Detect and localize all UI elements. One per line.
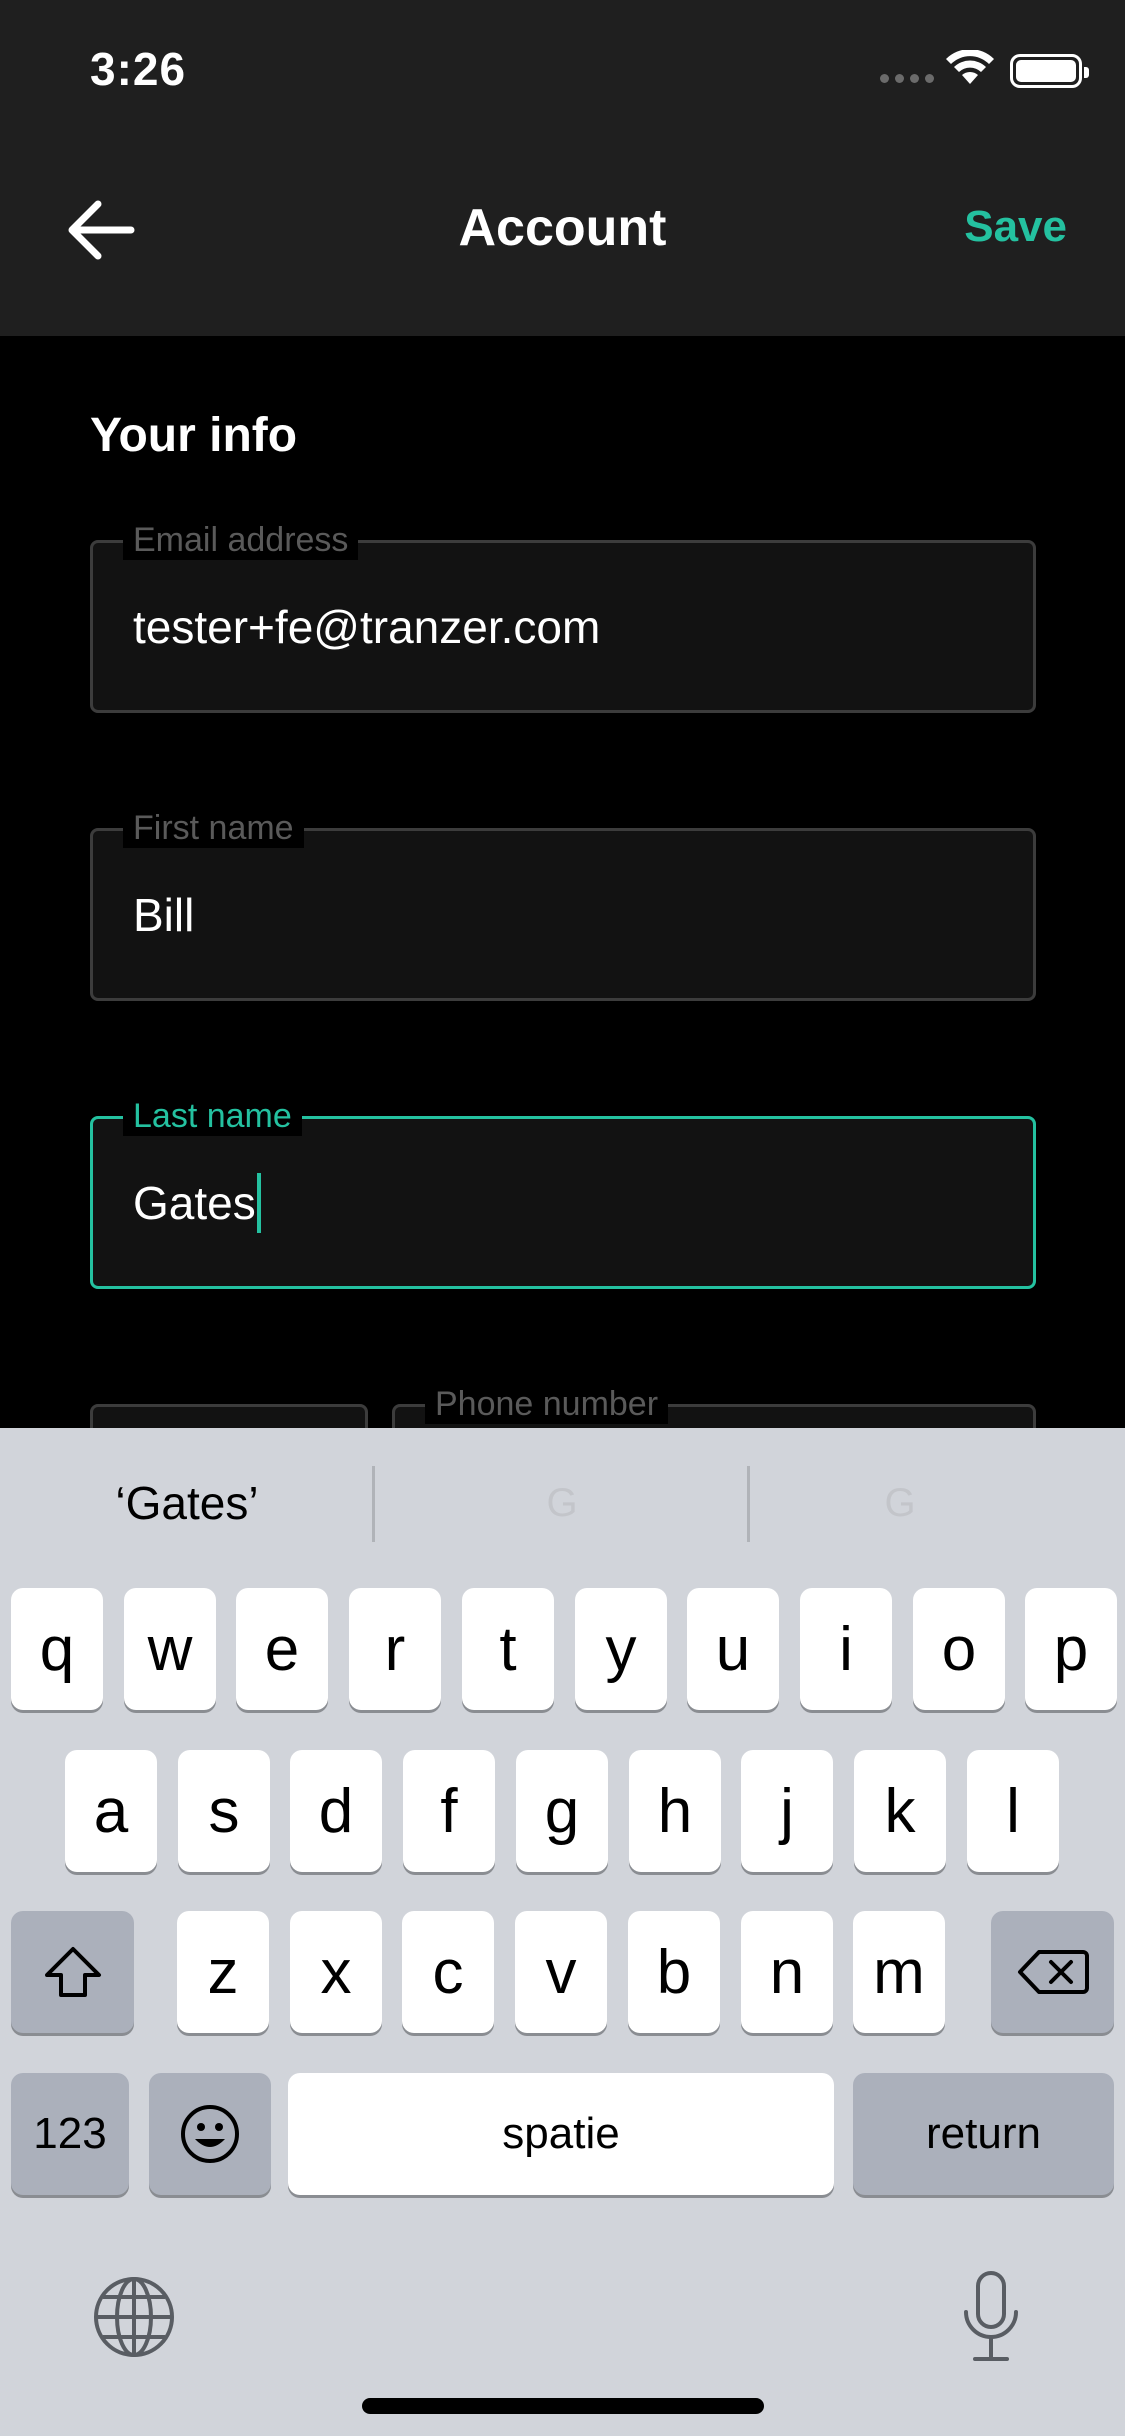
last-name-field-value: Gates <box>133 1176 256 1229</box>
key-q[interactable]: q <box>11 1588 103 1710</box>
delete-key[interactable] <box>991 1911 1114 2033</box>
account-form: Your info Email address tester+fe@tranze… <box>0 336 1125 1428</box>
battery-icon <box>1010 54 1089 88</box>
key-y[interactable]: y <box>575 1588 667 1710</box>
key-x[interactable]: x <box>290 1911 382 2033</box>
email-field-value: tester+fe@tranzer.com <box>133 600 601 653</box>
key-n[interactable]: n <box>741 1911 833 2033</box>
key-u[interactable]: u <box>687 1588 779 1710</box>
phone-number-field-label: Phone number <box>425 1384 669 1424</box>
key-w[interactable]: w <box>124 1588 216 1710</box>
key-g[interactable]: g <box>516 1750 608 1872</box>
nav-bar: Account Save <box>0 140 1125 336</box>
numbers-key[interactable]: 123 <box>11 2073 129 2195</box>
email-field[interactable]: Email address tester+fe@tranzer.com <box>90 520 1036 713</box>
key-s[interactable]: s <box>178 1750 270 1872</box>
phone-number-field[interactable]: Phone number <box>392 1384 1036 1428</box>
cellular-signal-icon <box>880 74 936 84</box>
last-name-field-value-wrap: Gates <box>133 1119 261 1286</box>
key-j[interactable]: j <box>741 1750 833 1872</box>
section-title: Your info <box>90 409 298 462</box>
status-time: 3:26 <box>90 43 187 95</box>
key-e[interactable]: e <box>236 1588 328 1710</box>
status-bar: 3:26 <box>0 0 1125 140</box>
key-t[interactable]: t <box>462 1588 554 1710</box>
return-key[interactable]: return <box>853 2073 1114 2195</box>
suggestion-bar: ‘Gates’ G G <box>0 1428 1125 1578</box>
key-h[interactable]: h <box>629 1750 721 1872</box>
first-name-field[interactable]: First name Bill <box>90 808 1036 1001</box>
emoji-icon <box>181 2105 239 2163</box>
key-f[interactable]: f <box>403 1750 495 1872</box>
country-code-field[interactable] <box>90 1404 368 1428</box>
last-name-field[interactable]: Last name Gates <box>90 1096 1036 1289</box>
key-k[interactable]: k <box>854 1750 946 1872</box>
home-indicator[interactable] <box>362 2398 764 2414</box>
keyboard: ‘Gates’ G G qwertyuiop asdfghjkl zxcvbnm 1… <box>0 1428 1125 2436</box>
key-z[interactable]: z <box>177 1911 269 2033</box>
suggestion-item[interactable]: G <box>375 1428 749 1578</box>
key-r[interactable]: r <box>349 1588 441 1710</box>
emoji-key[interactable] <box>149 2073 271 2195</box>
key-d[interactable]: d <box>290 1750 382 1872</box>
text-caret <box>256 1172 261 1233</box>
key-b[interactable]: b <box>628 1911 720 2033</box>
save-button[interactable]: Save <box>964 202 1067 252</box>
suggestion-item[interactable]: G <box>750 1428 1050 1578</box>
shift-key[interactable] <box>11 1911 134 2033</box>
key-i[interactable]: i <box>800 1588 892 1710</box>
dictation-key[interactable] <box>958 2270 1024 2364</box>
suggestion-item[interactable]: ‘Gates’ <box>0 1428 374 1578</box>
space-key[interactable]: spatie <box>288 2073 834 2195</box>
delete-backspace-icon <box>1017 1950 1089 1994</box>
key-c[interactable]: c <box>402 1911 494 2033</box>
wifi-icon <box>945 49 995 91</box>
first-name-field-value: Bill <box>133 888 195 941</box>
globe-icon <box>94 2277 174 2357</box>
key-o[interactable]: o <box>913 1588 1005 1710</box>
globe-key[interactable] <box>92 2275 176 2359</box>
key-m[interactable]: m <box>853 1911 945 2033</box>
shift-arrow-icon <box>44 1947 101 1997</box>
key-l[interactable]: l <box>967 1750 1059 1872</box>
page-title: Account <box>458 199 667 257</box>
microphone-icon <box>964 2271 1018 2361</box>
key-p[interactable]: p <box>1025 1588 1117 1710</box>
key-v[interactable]: v <box>515 1911 607 2033</box>
key-a[interactable]: a <box>65 1750 157 1872</box>
